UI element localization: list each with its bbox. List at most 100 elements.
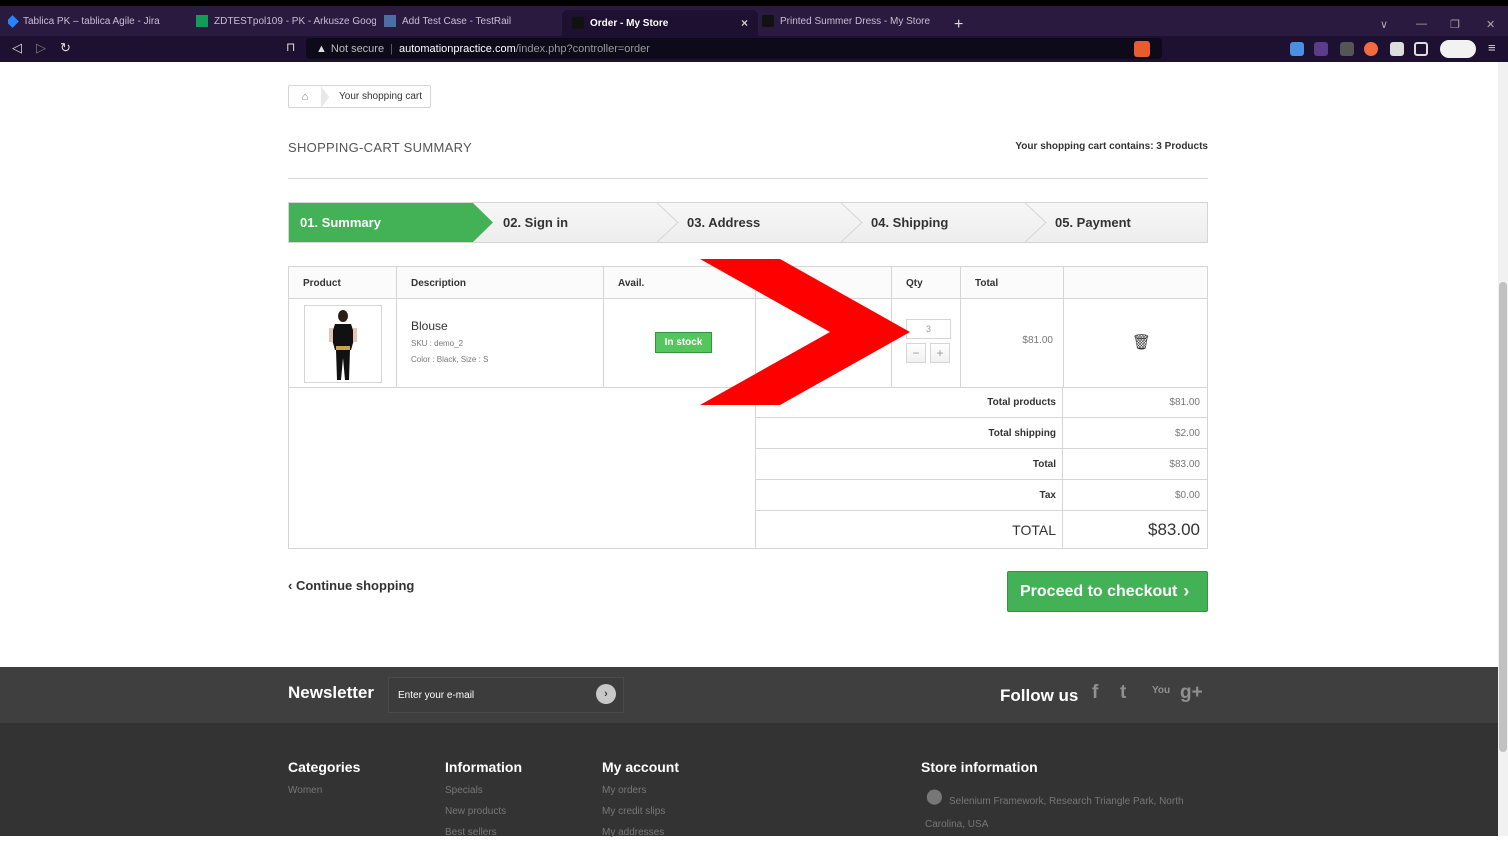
back-icon[interactable]: ◁ — [12, 40, 22, 56]
newsletter-email-input[interactable]: Enter your e-mail — [388, 677, 624, 713]
breadcrumb-current: Your shopping cart — [339, 91, 423, 102]
footer-store-information: Store information — [921, 759, 1038, 785]
minimize-icon[interactable]: — — [1416, 18, 1427, 30]
store-icon — [762, 15, 774, 27]
step-label: 04. Shipping — [871, 215, 949, 230]
reload-icon[interactable]: ↻ — [60, 40, 71, 56]
qty-increase-button[interactable]: + — [930, 343, 950, 363]
step-label: 03. Address — [687, 215, 761, 230]
home-icon[interactable]: ⌂ — [289, 91, 321, 103]
totals-value: $0.00 — [1174, 489, 1200, 501]
tab-printed-summer-dress[interactable]: Printed Summer Dress - My Store — [762, 10, 942, 32]
sidebar-icon[interactable] — [1414, 42, 1428, 56]
delete-cell: 🗑 — [1064, 299, 1207, 388]
tab-order-my-store[interactable]: Order - My Store × — [562, 10, 758, 36]
extension-icon[interactable] — [1290, 42, 1304, 56]
column-header: Description — [397, 267, 604, 299]
step-payment[interactable]: 05. Payment — [1055, 203, 1205, 242]
puzzle-icon[interactable] — [1390, 42, 1404, 56]
tab-label: Add Test Case - TestRail — [402, 15, 512, 27]
bookmark-icon[interactable]: ⊓ — [286, 40, 295, 54]
tab-label: ZDTESTpol109 - PK - Arkusze Google — [214, 15, 376, 27]
continue-label: Continue shopping — [295, 578, 415, 593]
address-path: /index.php?controller=order — [515, 42, 650, 55]
footer-link[interactable]: My orders — [602, 785, 679, 796]
footer-heading: Categories — [288, 759, 361, 775]
store-address-text: Selenium Framework, Research Triangle Pa… — [925, 796, 1184, 830]
footer-link[interactable]: Specials — [445, 785, 522, 796]
footer-information: Information Specials New products Best s… — [445, 759, 522, 848]
footer-heading: Information — [445, 759, 522, 775]
tab-jira[interactable]: Tablica PK – tablica Agile - Jira — [8, 10, 178, 32]
address-host: automationpractice.com — [398, 42, 516, 55]
totals-row: Total $83.00 — [756, 449, 1207, 480]
divider — [288, 178, 1208, 179]
submit-arrow-icon[interactable]: › — [596, 684, 616, 704]
totals-value: $2.00 — [1174, 427, 1200, 439]
page-scrollbar[interactable] — [1498, 62, 1508, 836]
blouse-model-image — [329, 310, 357, 380]
footer-heading: My account — [602, 759, 680, 775]
address-separator: | — [390, 42, 393, 55]
grand-total-label: TOTAL — [756, 511, 1063, 548]
newsletter-bar: Newsletter Enter your e-mail › Follow us… — [0, 667, 1498, 723]
footer-link[interactable]: Women — [288, 785, 360, 796]
totals-spacer — [289, 388, 756, 548]
column-header: Product — [289, 267, 397, 299]
step-label: 01. Summary — [300, 215, 381, 230]
brave-shield-icon[interactable] — [1134, 41, 1150, 57]
footer-link[interactable]: Best sellers — [445, 827, 522, 838]
totals-value: $81.00 — [1169, 397, 1200, 408]
product-cell — [289, 299, 397, 388]
product-image[interactable] — [304, 305, 382, 383]
profile-avatar[interactable] — [1440, 40, 1476, 58]
chevron-right-icon: › — [1183, 581, 1190, 601]
totals-label: Total — [756, 449, 1063, 479]
facebook-icon[interactable]: f — [1092, 682, 1098, 704]
scrollbar-thumb[interactable] — [1499, 282, 1507, 752]
forward-icon[interactable]: ▷ — [36, 40, 46, 56]
description-cell: Blouse SKU : demo_2 Color : Black, Size … — [397, 299, 604, 388]
browser-tab-bar: Tablica PK – tablica Agile - Jira ZDTEST… — [0, 6, 1508, 36]
quantity-input[interactable]: 3 — [906, 319, 951, 339]
close-tab-icon[interactable]: × — [741, 16, 748, 30]
step-address[interactable]: 03. Address — [687, 203, 837, 242]
trash-icon[interactable]: 🗑 — [1132, 333, 1151, 351]
close-window-icon[interactable]: ✕ — [1486, 18, 1495, 31]
step-summary[interactable]: 01. Summary — [289, 203, 473, 242]
product-attributes[interactable]: Color : Black, Size : S — [411, 355, 488, 364]
menu-icon[interactable]: ≡ — [1488, 40, 1496, 55]
footer-link[interactable]: My addresses — [602, 827, 679, 838]
totals-row: Total shipping $2.00 — [756, 418, 1207, 449]
footer-link[interactable]: New products — [445, 806, 522, 817]
product-name[interactable]: Blouse — [411, 319, 448, 333]
column-header: Total — [961, 267, 1064, 299]
continue-shopping-link[interactable]: ‹ Continue shopping — [288, 578, 414, 593]
extension-icon[interactable] — [1314, 42, 1328, 56]
testrail-icon — [384, 15, 396, 27]
extension-icon[interactable] — [1340, 42, 1354, 56]
tab-google-sheets[interactable]: ZDTESTpol109 - PK - Arkusze Google — [196, 10, 376, 32]
footer: Categories Women Information Specials Ne… — [0, 723, 1498, 838]
totals-row: Tax $0.00 — [756, 480, 1207, 511]
line-total: $81.00 — [1022, 335, 1053, 346]
step-shipping[interactable]: 04. Shipping — [871, 203, 1021, 242]
totals-label: Tax — [756, 480, 1063, 510]
step-label: 05. Payment — [1055, 215, 1131, 230]
tab-testrail[interactable]: Add Test Case - TestRail — [384, 10, 554, 32]
tab-label: Tablica PK – tablica Agile - Jira — [23, 15, 160, 27]
google-plus-icon[interactable]: g+ — [1180, 682, 1203, 704]
address-bar[interactable]: ▲ Not secure | automationpractice.com /i… — [306, 38, 1162, 59]
youtube-icon[interactable]: You — [1152, 685, 1170, 696]
restore-icon[interactable]: ❐ — [1450, 18, 1460, 31]
store-address: Selenium Framework, Research Triangle Pa… — [925, 790, 1205, 836]
tab-search-icon[interactable]: ∨ — [1380, 18, 1388, 31]
page-title: SHOPPING-CART SUMMARY — [288, 140, 472, 155]
proceed-to-checkout-button[interactable]: Proceed to checkout › — [1007, 571, 1208, 612]
twitter-icon[interactable]: t — [1120, 682, 1126, 704]
step-sign-in[interactable]: 02. Sign in — [503, 203, 653, 242]
new-tab-button[interactable]: + — [954, 16, 963, 34]
footer-link[interactable]: My credit slips — [602, 806, 679, 817]
step-chevron — [1025, 203, 1047, 242]
extension-icon[interactable] — [1364, 42, 1378, 56]
